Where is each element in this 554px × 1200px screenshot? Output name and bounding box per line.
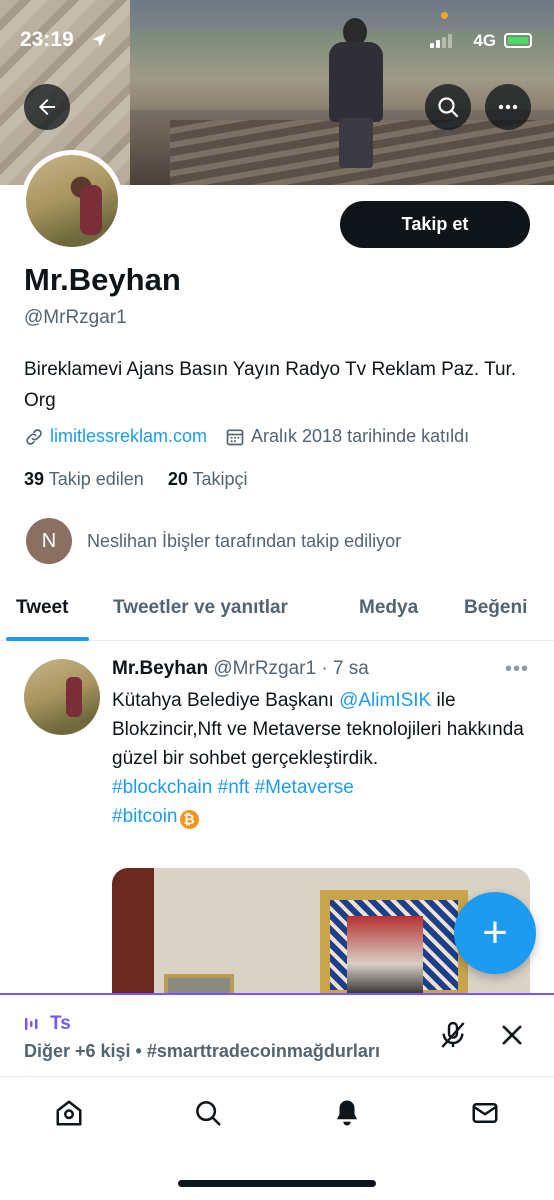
profile-tabs: Tweet Tweetler ve yanıtlar Medya Beğeni [0, 585, 554, 641]
more-icon [498, 104, 518, 110]
tweet-avatar[interactable] [24, 659, 100, 735]
close-icon[interactable] [498, 1021, 526, 1054]
tweet-text: Kütahya Belediye Başkanı @AlimISIK ile B… [112, 690, 524, 829]
network-type: 4G [473, 31, 496, 50]
profile-handle: @MrRzgar1 [24, 307, 127, 328]
more-button[interactable] [485, 84, 531, 130]
compose-tweet-button[interactable]: + [454, 892, 536, 974]
location-arrow-icon [90, 31, 108, 54]
tweet-more-icon[interactable]: ••• [505, 658, 529, 681]
profile-avatar[interactable] [21, 150, 123, 252]
tab-tweet[interactable]: Tweet [16, 597, 68, 619]
nav-notifications[interactable] [330, 1096, 364, 1130]
profile-bio: Bireklamevi Ajans Basın Yayın Radyo Tv R… [24, 359, 517, 411]
joined-date: Aralık 2018 tarihinde katıldı [251, 426, 470, 446]
followed-by[interactable]: N Neslihan İbişler tarafından takip edil… [26, 518, 401, 564]
followed-by-text: Neslihan İbişler tarafından takip ediliy… [87, 530, 402, 551]
spaces-bar[interactable]: Ts Diğer +6 kişi • #smarttradecoinmağdur… [0, 993, 554, 1077]
search-icon [438, 97, 459, 118]
home-indicator [178, 1180, 376, 1187]
back-button[interactable] [24, 84, 70, 130]
spaces-title: Ts [24, 1013, 71, 1035]
profile-meta: limitlessreklam.com Aralık 2018 tarihind… [24, 426, 469, 447]
signal-icon [430, 34, 452, 48]
follow-counts: 39 Takip edilen 20 Takipçi [24, 469, 248, 490]
nav-home[interactable] [52, 1096, 86, 1130]
tweet-handle-time: @MrRzgar1 · 7 sa [213, 658, 369, 679]
battery-icon [504, 33, 532, 48]
tweet-hashtag-bitcoin[interactable]: #bitcoin [112, 806, 178, 827]
nav-search-icon [196, 1101, 221, 1126]
link-icon [26, 428, 42, 445]
calendar-icon [226, 429, 244, 445]
tab-likes[interactable]: Beğeni [464, 597, 527, 619]
nav-search[interactable] [191, 1096, 225, 1130]
follow-button[interactable]: Takip et [340, 201, 530, 248]
spaces-wave-icon [25, 1018, 38, 1030]
follower-avatar: N [26, 518, 72, 564]
tweet-header: Mr.Beyhan @MrRzgar1 · 7 sa [112, 658, 369, 680]
tweet-hashtags[interactable]: #blockchain #nft #Metaverse [112, 777, 354, 798]
spaces-subtitle: Diğer +6 kişi • #smarttradecoinmağdurlar… [24, 1041, 380, 1061]
back-arrow-icon [39, 99, 55, 115]
mic-off-icon[interactable] [437, 1019, 469, 1056]
profile-name: Mr.Beyhan [24, 262, 181, 297]
search-button[interactable] [425, 84, 471, 130]
privacy-dot [441, 12, 448, 19]
active-tab-indicator [6, 637, 89, 641]
home-icon [56, 1100, 82, 1126]
tab-media[interactable]: Medya [359, 597, 418, 619]
status-bar: 23:19 4G [20, 12, 534, 58]
status-time: 23:19 [20, 28, 74, 51]
followers-link[interactable]: 20 Takipçi [168, 469, 248, 489]
tab-tweets-replies[interactable]: Tweetler ve yanıtlar [113, 597, 288, 619]
tweet-author[interactable]: Mr.Beyhan [112, 658, 208, 679]
bitcoin-icon: ₿ [179, 810, 199, 829]
mail-icon [472, 1103, 498, 1123]
nav-messages[interactable] [468, 1096, 502, 1130]
following-link[interactable]: 39 Takip edilen [24, 469, 144, 489]
website-link[interactable]: limitlessreklam.com [50, 426, 207, 447]
tweet-mention[interactable]: @AlimISIK [339, 690, 431, 711]
bell-icon [337, 1100, 357, 1126]
